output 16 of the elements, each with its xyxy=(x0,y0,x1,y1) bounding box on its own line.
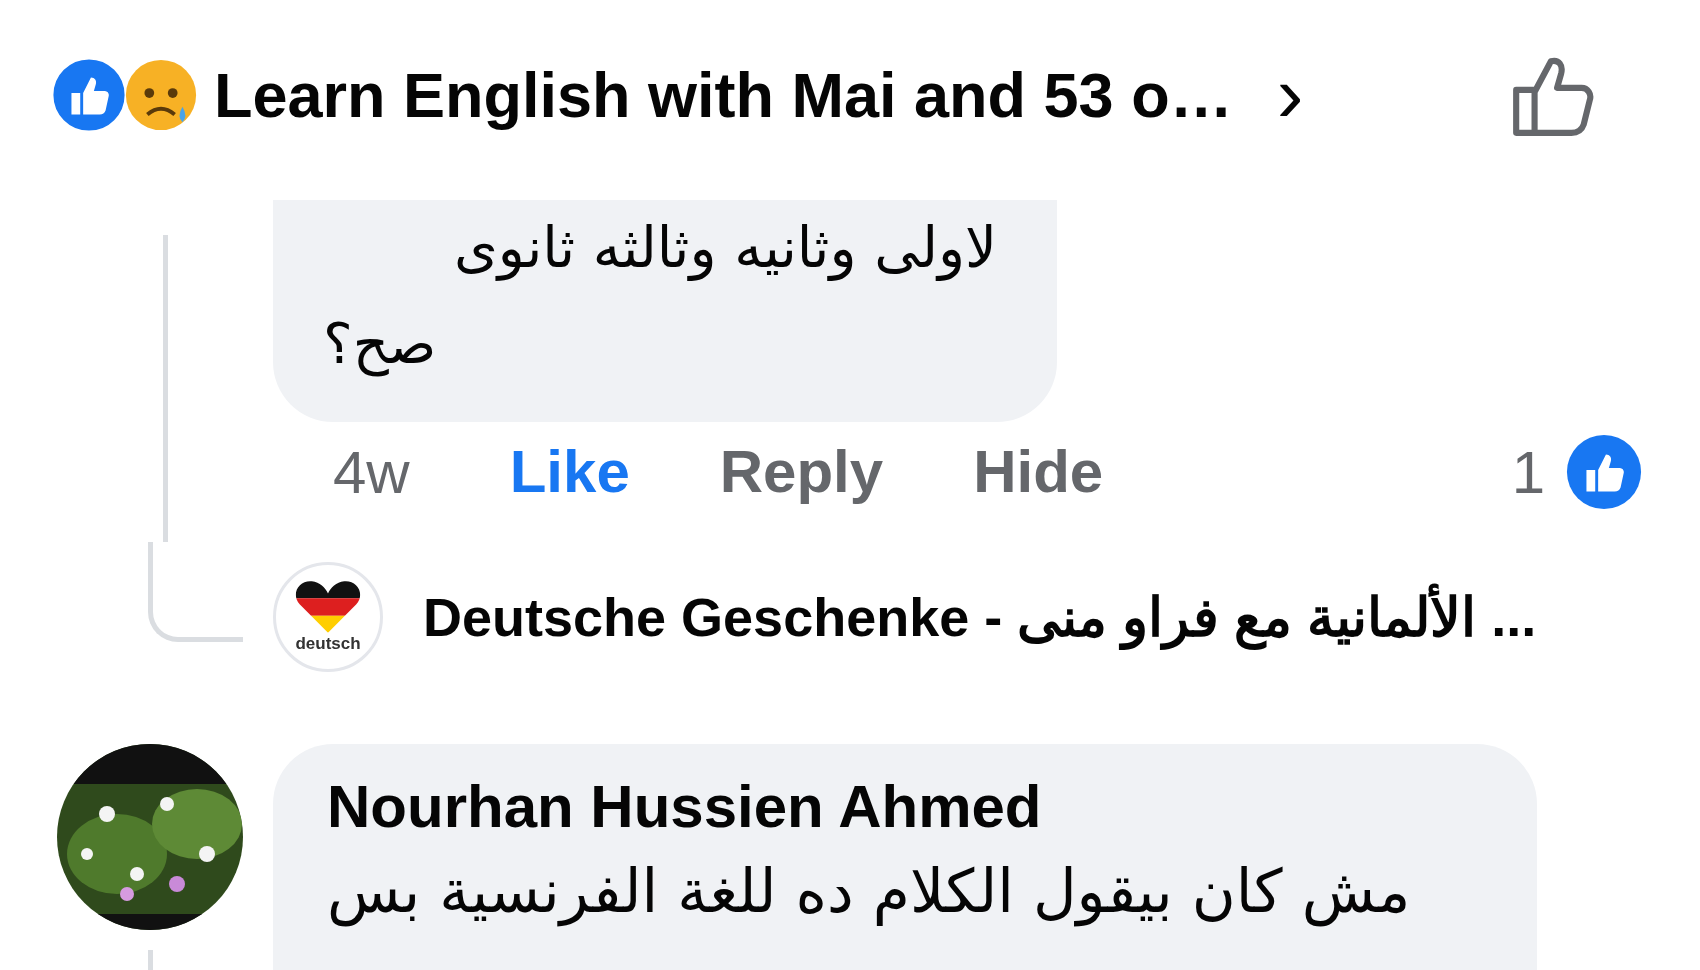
like-reaction-icon xyxy=(50,56,128,134)
comment-text: صح؟ xyxy=(323,310,438,379)
comment-time: 4w xyxy=(333,437,410,507)
comment-text: لاولى وثانيه وثالثه ثانوى xyxy=(453,214,997,283)
heart-flag-icon xyxy=(294,580,362,634)
like-reaction-icon xyxy=(1565,433,1643,511)
comment-text: مش كان بيقول الكلام ده للغة الفرنسية بس xyxy=(327,855,1411,929)
reaction-count: 1 xyxy=(1511,437,1545,507)
comment-author[interactable]: Nourhan Hussien Ahmed xyxy=(327,772,1483,841)
reply-link[interactable]: Reply xyxy=(719,436,884,508)
page-avatar[interactable]: deutsch xyxy=(273,562,383,672)
hide-link[interactable]: Hide xyxy=(973,436,1104,508)
chevron-icon[interactable]: › xyxy=(1276,55,1304,135)
reply-author[interactable]: Deutsche Geschenke - الألمانية مع فراو منى ... xyxy=(423,585,1537,649)
reactions-summary[interactable]: Learn English with Mai and 53 o… xyxy=(214,59,1233,131)
like-link[interactable]: Like xyxy=(509,436,630,508)
